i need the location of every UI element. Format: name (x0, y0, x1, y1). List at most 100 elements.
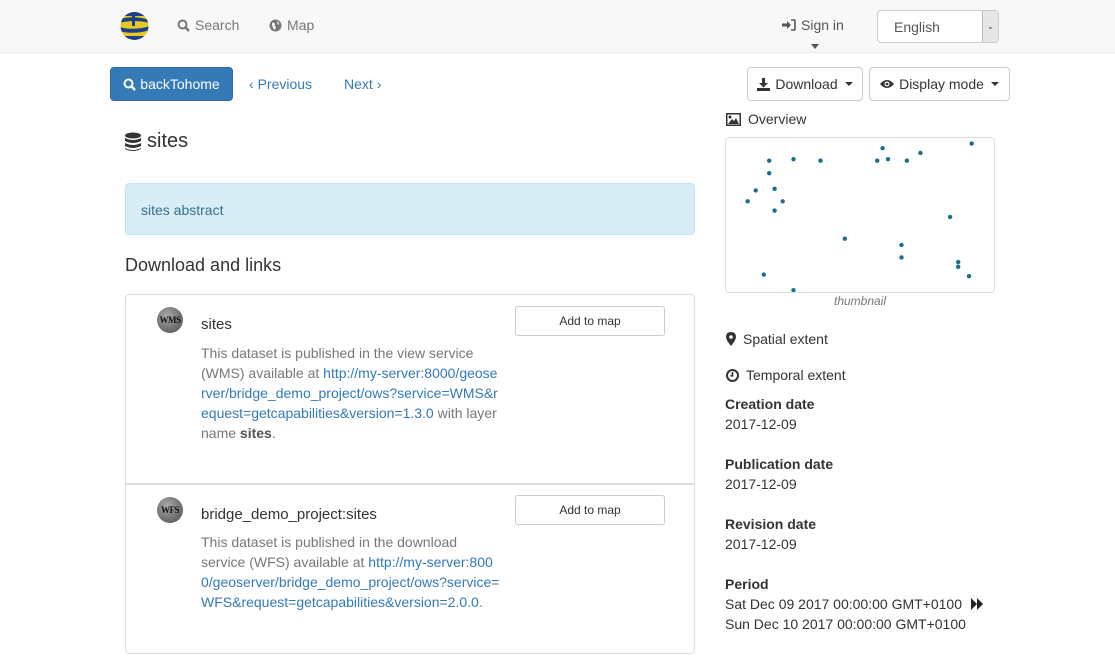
page-title: sites (124, 130, 188, 153)
thumbnail-point (772, 186, 777, 191)
overview-heading: Overview (726, 111, 806, 127)
nav-map-label: Map (287, 17, 315, 33)
map-marker-icon (726, 332, 736, 346)
signin-link[interactable]: Sign in (782, 17, 844, 33)
thumbnail-image[interactable] (725, 137, 995, 293)
chevron-right-icon: › (376, 76, 382, 92)
logo-icon[interactable] (119, 11, 150, 41)
nav-search-link[interactable]: Search (177, 17, 239, 33)
language-select[interactable]: English ⌄ (877, 10, 999, 43)
abstract-box: sites abstract (125, 183, 695, 235)
thumbnail-point (880, 146, 885, 151)
fast-forward-icon (971, 598, 983, 610)
previous-label: Previous (257, 76, 313, 92)
back-to-home-button[interactable]: backTohome (110, 67, 233, 101)
desc-text: . (478, 594, 483, 610)
creation-date-value: 2017-12-09 (725, 416, 797, 432)
caret-down-icon (990, 82, 999, 86)
thumbnail-points (745, 141, 974, 292)
navbar: Search Map Sign in English ⌄ (0, 0, 1115, 53)
thumbnail-point (791, 288, 796, 292)
globe-icon (269, 19, 282, 31)
sign-in-icon (782, 19, 796, 31)
publication-date-label: Publication date (725, 456, 834, 472)
thumbnail-point (899, 255, 904, 260)
wfs-globe-icon: WFS (157, 497, 183, 523)
clock-icon (726, 368, 739, 382)
thumbnail-point (745, 199, 750, 204)
search-icon (177, 19, 190, 32)
period-end: Sun Dec 10 2017 00:00:00 GMT+0100 (725, 616, 966, 632)
thumbnail-point (767, 171, 772, 176)
thumbnail-point (904, 158, 910, 163)
thumbnail-point (753, 188, 758, 193)
link-description: This dataset is published in the view se… (201, 343, 501, 443)
download-button[interactable]: Download (747, 67, 863, 101)
publication-date-value: 2017-12-09 (725, 476, 797, 492)
thumbnail-point (969, 141, 974, 146)
temporal-extent-heading[interactable]: Temporal extent (726, 367, 846, 383)
nav-map-link[interactable]: Map (269, 17, 314, 33)
search-icon (123, 78, 137, 91)
caret-down-icon (844, 82, 853, 86)
overview-label: Overview (748, 111, 807, 127)
chevron-down-icon: ⌄ (982, 11, 998, 42)
links-list: WMS sites This dataset is published in t… (125, 294, 695, 654)
chevron-left-icon: ‹ (249, 76, 254, 92)
revision-date-value: 2017-12-09 (725, 536, 797, 552)
period-start: Sat Dec 09 2017 00:00:00 GMT+0100 (725, 596, 962, 612)
creation-date-label: Creation date (725, 396, 815, 412)
database-icon (125, 132, 141, 151)
thumbnail-point (761, 272, 766, 277)
period-label: Period (725, 576, 769, 592)
desc-text: . (271, 425, 276, 441)
display-mode-label: Display mode (899, 76, 984, 92)
language-value: English (894, 19, 940, 35)
eye-icon (880, 80, 895, 88)
thumbnail-point (956, 259, 961, 265)
link-name: bridge_demo_project:sites (201, 506, 377, 523)
thumbnail-point (780, 199, 785, 204)
add-to-map-button[interactable]: Add to map (515, 495, 665, 525)
period-start-row: Sat Dec 09 2017 00:00:00 GMT+0100 (725, 596, 984, 612)
thumbnail-point (791, 157, 796, 162)
thumbnail-point (772, 208, 777, 213)
abstract-text: sites abstract (141, 202, 224, 218)
spatial-extent-heading[interactable]: Spatial extent (726, 331, 828, 347)
thumbnail-point (956, 264, 961, 269)
thumbnail-point (767, 158, 772, 163)
wms-globe-icon: WMS (157, 307, 183, 333)
thumbnail-caption: thumbnail (833, 294, 887, 308)
revision-date-label: Revision date (725, 516, 817, 532)
download-label: Download (775, 76, 838, 92)
list-item: WFS bridge_demo_project:sites This datas… (126, 484, 694, 664)
download-icon (757, 77, 771, 91)
thumbnail-point (875, 158, 880, 163)
next-label: Next (344, 76, 373, 92)
caret-down-icon[interactable] (811, 44, 819, 49)
thumbnail-point (918, 150, 923, 156)
period-end-row: Sun Dec 10 2017 00:00:00 GMT+0100 (725, 616, 966, 632)
link-name: sites (201, 316, 232, 333)
back-to-home-label: backTohome (140, 76, 220, 92)
thumbnail-point (818, 158, 823, 163)
nav-search-label: Search (195, 17, 240, 33)
list-item: WMS sites This dataset is published in t… (126, 295, 694, 484)
previous-link[interactable]: ‹ Previous (249, 76, 312, 92)
picture-icon (726, 112, 741, 126)
temporal-extent-label: Temporal extent (746, 367, 846, 383)
next-link[interactable]: Next › (344, 76, 381, 92)
spatial-extent-label: Spatial extent (743, 331, 828, 347)
record-title: sites (147, 130, 189, 152)
thumbnail-point (885, 157, 891, 162)
layer-name: sites (239, 425, 272, 441)
link-description: This dataset is published in the downloa… (201, 532, 501, 612)
signin-label: Sign in (801, 17, 844, 33)
display-mode-button[interactable]: Display mode (869, 67, 1010, 101)
thumbnail-point (947, 214, 953, 220)
thumbnail-point (899, 242, 904, 248)
add-to-map-button[interactable]: Add to map (515, 306, 665, 336)
links-section-title: Download and links (125, 255, 282, 275)
thumbnail-point (966, 274, 972, 279)
thumbnail-point (842, 236, 847, 241)
